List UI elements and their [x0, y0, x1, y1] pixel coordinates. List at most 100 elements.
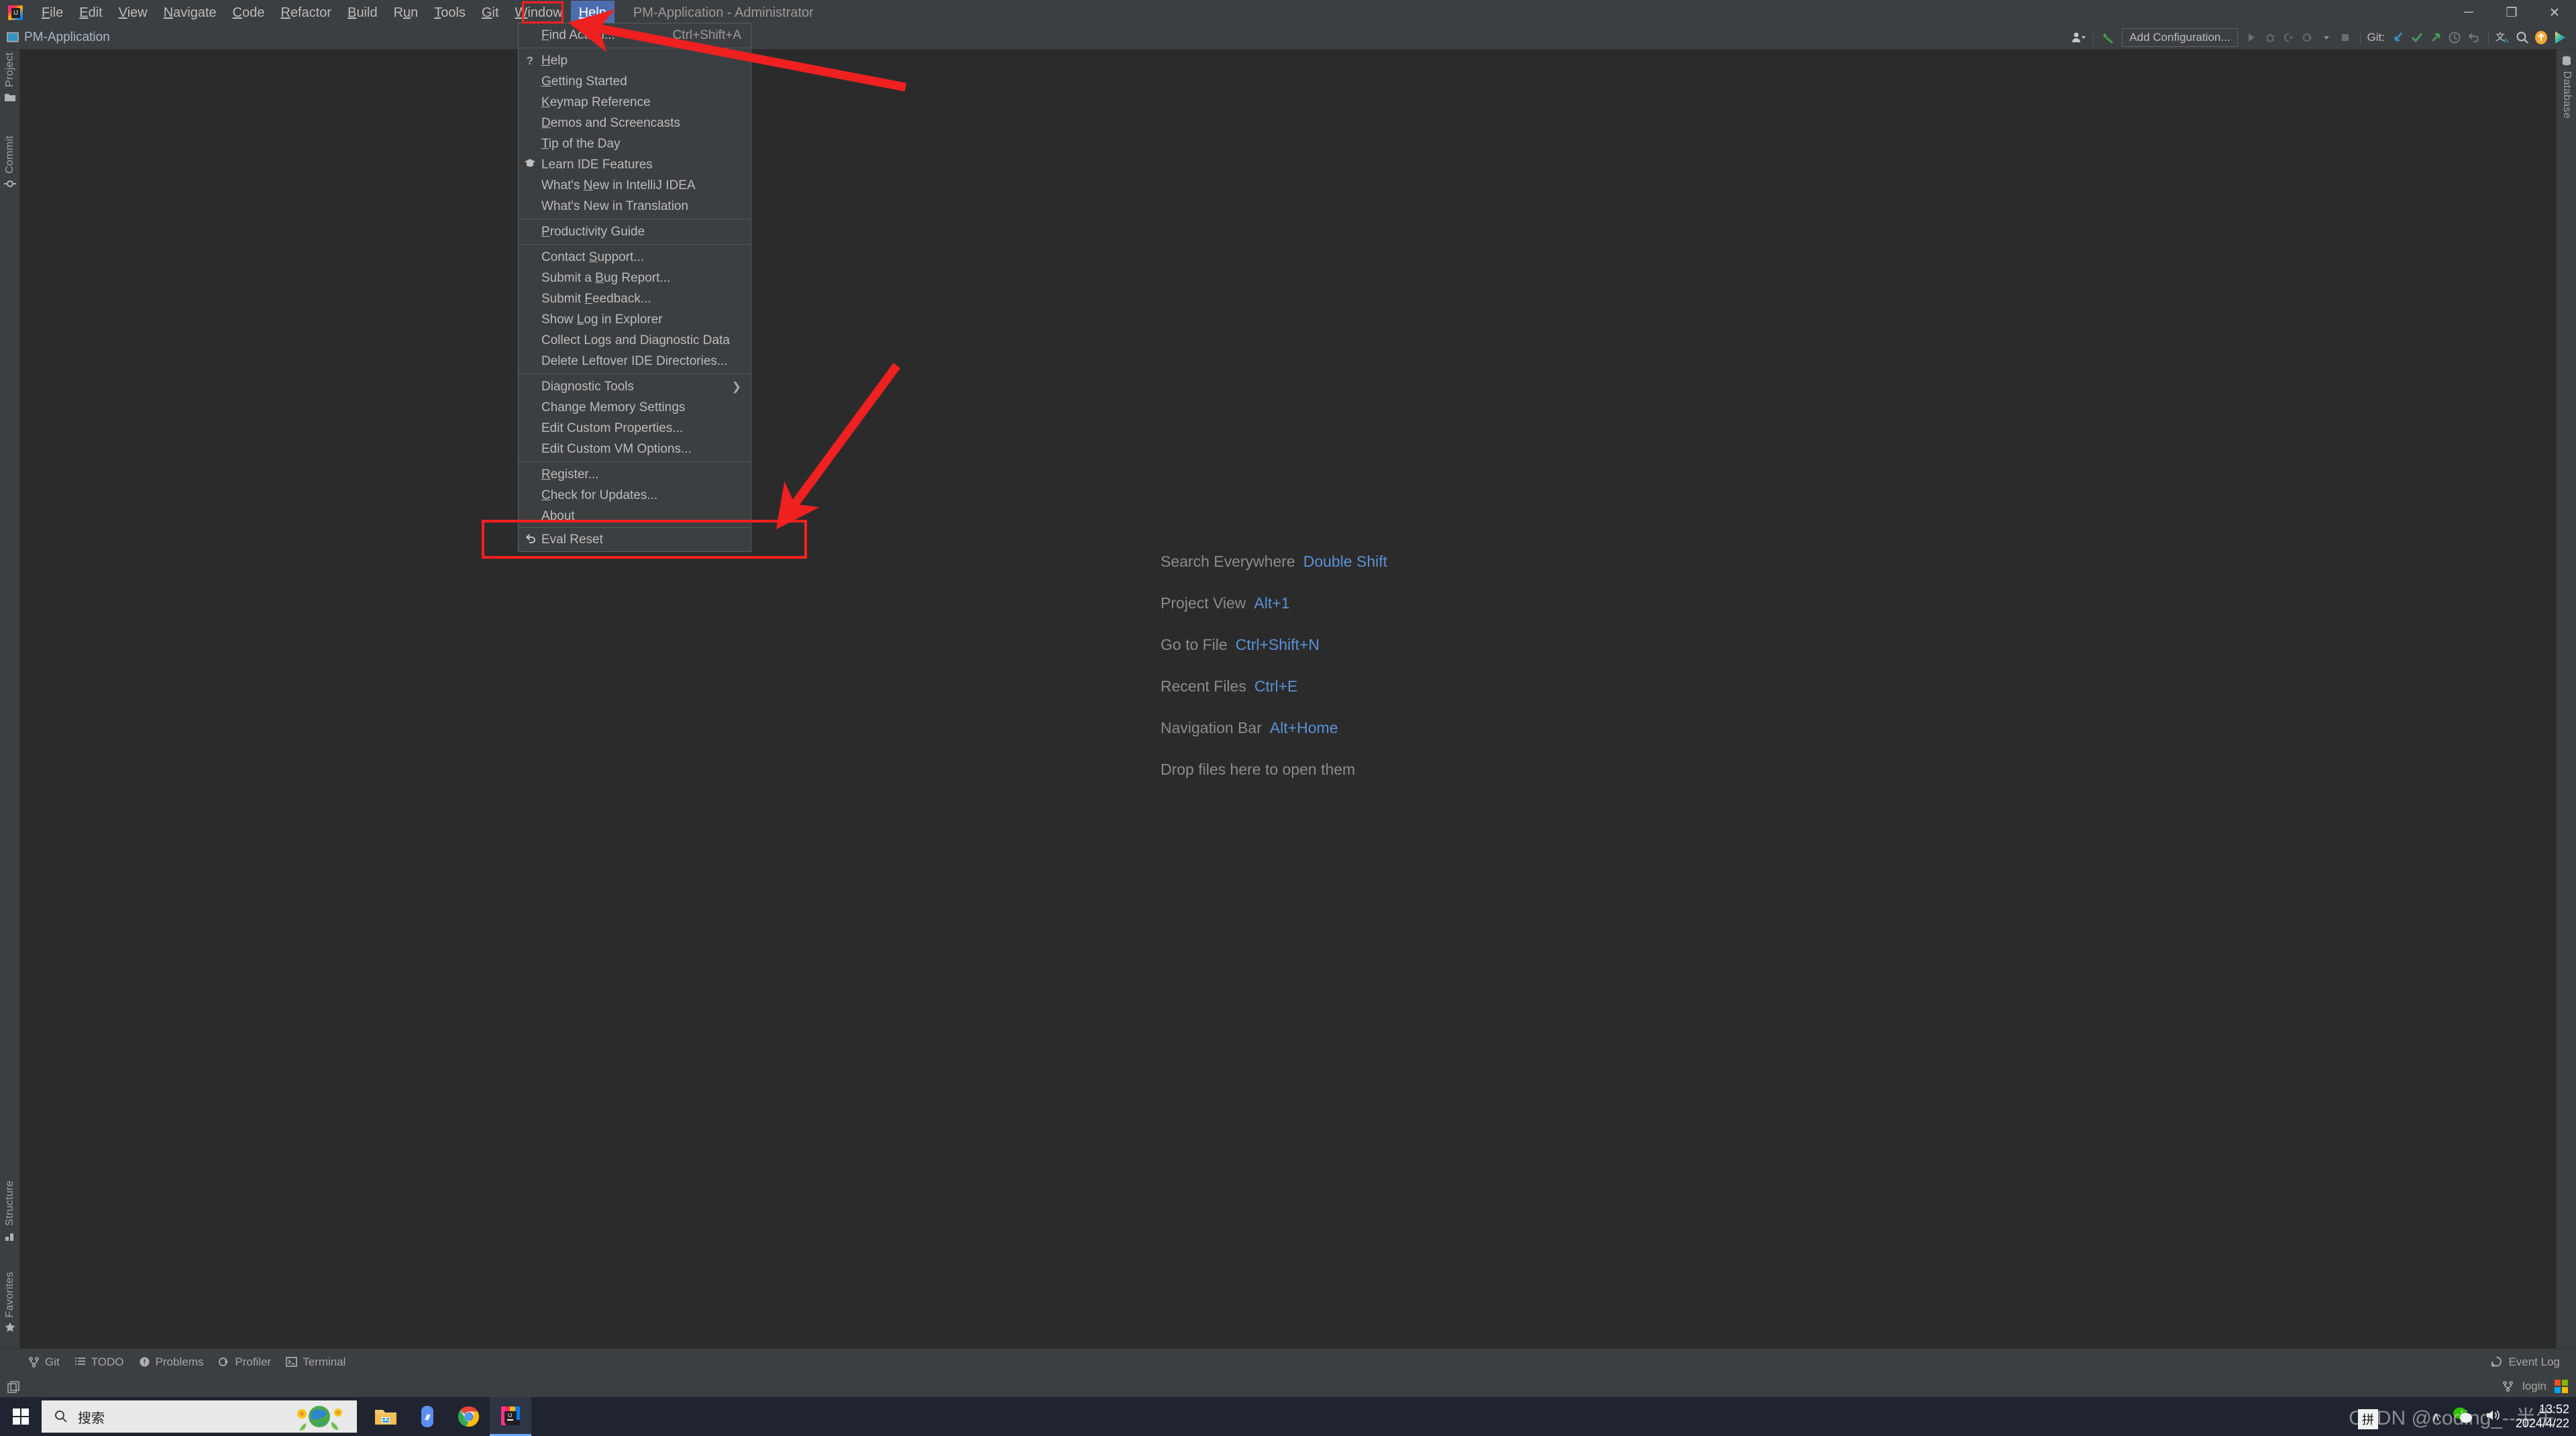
menu-item-demos-and-screencasts[interactable]: Demos and Screencasts	[519, 113, 751, 133]
search-icon[interactable]	[2513, 27, 2532, 48]
shortcut-action-label: Search Everywhere	[1161, 553, 1295, 570]
menu-item-tip-of-the-day[interactable]: Tip of the Day	[519, 133, 751, 154]
bottom-item-todo[interactable]: TODO	[74, 1356, 124, 1369]
file-explorer-icon[interactable]	[365, 1397, 407, 1436]
help-menu-popup[interactable]: Find Action... Ctrl+Shift+A ? Help Getting S…	[518, 23, 751, 529]
menu-item-find-action[interactable]: Find Action... Ctrl+Shift+A	[519, 25, 751, 46]
menu-bar-item-tools[interactable]: Tools	[426, 1, 474, 25]
git-history-icon[interactable]	[2445, 27, 2464, 48]
menu-bar-item-refactor[interactable]: Refactor	[272, 1, 339, 25]
shortcut-row-recent-files: Recent Files Ctrl+E	[1161, 677, 1387, 696]
menu-bar-item-file[interactable]: File	[34, 1, 71, 25]
git-push-icon[interactable]	[2426, 27, 2445, 48]
git-toolbar-label: Git:	[2367, 31, 2385, 44]
ime-indicator[interactable]: 拼	[2358, 1409, 2378, 1429]
plugin-icon[interactable]	[2551, 27, 2569, 48]
status-bar-right[interactable]: login	[2502, 1380, 2568, 1393]
menu-item-edit-custom-vm-options[interactable]: Edit Custom VM Options...	[519, 439, 751, 459]
bottom-item-problems[interactable]: Problems	[139, 1356, 203, 1369]
git-rollback-icon[interactable]	[2464, 27, 2483, 48]
bottom-tool-window-strip[interactable]: Git TODO Problems Profiler Terminal Even…	[0, 1348, 2576, 1376]
menu-item-collect-logs-and-diagnostic-data[interactable]: Collect Logs and Diagnostic Data	[519, 330, 751, 351]
main-toolbar[interactable]: Add Configuration... Git: 文 A	[2069, 25, 2569, 50]
menu-item-show-log-in-explorer[interactable]: Show Log in Explorer	[519, 309, 751, 330]
menu-bar-item-edit[interactable]: Edit	[71, 1, 110, 25]
module-icon	[7, 32, 19, 42]
taskbar-app-list[interactable]: IJ	[365, 1397, 531, 1436]
menu-item-submit-feedback[interactable]: Submit Feedback...	[519, 288, 751, 309]
onedrive-icon[interactable]	[407, 1397, 448, 1436]
menu-bar-item-build[interactable]: Build	[339, 1, 385, 25]
restore-button[interactable]: ❐	[2490, 0, 2533, 25]
menu-item-diagnostic-tools[interactable]: Diagnostic Tools ❯	[519, 376, 751, 397]
menu-bar-item-git[interactable]: Git	[474, 1, 507, 25]
debug-button[interactable]	[2261, 27, 2279, 48]
shortcuts-hint-list: Search Everywhere Double Shift Project Vie…	[1161, 553, 1387, 779]
tray-chevron-up-icon[interactable]: ∧	[2432, 1410, 2440, 1424]
menu-item-getting-started[interactable]: Getting Started	[519, 71, 751, 92]
menu-item-learn-ide-features[interactable]: Learn IDE Features	[519, 154, 751, 175]
menu-item-delete-leftover-ide-directories[interactable]: Delete Leftover IDE Directories...	[519, 351, 751, 372]
sidebar-item-commit-label: Commit	[4, 135, 15, 174]
right-tool-window-strip[interactable]: Database	[2556, 50, 2576, 1348]
bottom-item-terminal[interactable]: Terminal	[286, 1356, 345, 1369]
start-button[interactable]	[0, 1397, 42, 1436]
volume-icon[interactable]	[2485, 1407, 2504, 1427]
taskbar-search-input[interactable]: 搜索	[42, 1400, 357, 1433]
menu-item-check-for-updates[interactable]: Check for Updates...	[519, 485, 751, 506]
translate-icon[interactable]: 文A	[2494, 27, 2513, 48]
sidebar-item-commit[interactable]: Commit	[0, 135, 20, 190]
sidebar-item-database[interactable]: Database	[2557, 55, 2576, 119]
user-account-icon[interactable]	[2069, 27, 2088, 48]
menu-bar-item-help[interactable]: Help	[570, 1, 614, 25]
menu-bar-item-navigate[interactable]: Navigate	[156, 1, 225, 25]
build-hammer-icon[interactable]	[2099, 27, 2118, 48]
update-available-icon[interactable]	[2532, 27, 2551, 48]
left-tool-window-strip[interactable]: Project Commit Structure Favorites	[0, 50, 20, 1348]
menu-bar-item-run[interactable]: Run	[386, 1, 427, 25]
chrome-icon[interactable]	[448, 1397, 490, 1436]
add-configuration-button[interactable]: Add Configuration...	[2122, 28, 2238, 47]
status-bar-branch-label[interactable]: login	[2522, 1380, 2546, 1393]
menu-item-label: Tip of the Day	[541, 136, 621, 151]
wechat-icon[interactable]	[2453, 1406, 2473, 1427]
stop-button[interactable]	[2336, 27, 2355, 48]
copy-windows-icon[interactable]	[7, 1380, 19, 1393]
system-tray[interactable]: ∧ 13:52 2024/4/22	[2432, 1402, 2569, 1430]
menu-item-edit-custom-properties[interactable]: Edit Custom Properties...	[519, 418, 751, 439]
bottom-item-profiler[interactable]: Profiler	[218, 1356, 271, 1369]
menu-item-productivity-guide[interactable]: Productivity Guide	[519, 221, 751, 242]
intellij-idea-icon[interactable]: IJ	[490, 1397, 531, 1436]
menu-item-what-s-new-in-translation[interactable]: What's New in Translation	[519, 196, 751, 217]
taskbar-clock[interactable]: 13:52 2024/4/22	[2516, 1402, 2569, 1430]
breadcrumb[interactable]: PM-Application	[7, 30, 110, 45]
minimize-button[interactable]: ─	[2447, 0, 2490, 25]
menu-item-change-memory-settings[interactable]: Change Memory Settings	[519, 397, 751, 418]
bottom-item-git[interactable]: Git	[28, 1356, 60, 1369]
run-with-coverage-button[interactable]	[2279, 27, 2298, 48]
status-bar-left[interactable]	[7, 1380, 19, 1393]
git-update-project-icon[interactable]	[2389, 27, 2408, 48]
menu-item-contact-support[interactable]: Contact Support...	[519, 247, 751, 268]
menu-item-what-s-new-in-intellij-idea[interactable]: What's New in IntelliJ IDEA	[519, 175, 751, 196]
git-commit-icon[interactable]	[2408, 27, 2426, 48]
profile-button[interactable]	[2298, 27, 2317, 48]
menu-item-label: Show Log in Explorer	[541, 312, 663, 327]
chevron-down-icon[interactable]	[2317, 27, 2336, 48]
windows-logo-icon	[2555, 1380, 2568, 1393]
menu-item-register[interactable]: Register...	[519, 464, 751, 485]
menu-item-keymap-reference[interactable]: Keymap Reference	[519, 92, 751, 113]
sidebar-item-favorites[interactable]: Favorites	[0, 1272, 20, 1334]
menu-item-help[interactable]: ? Help	[519, 50, 751, 71]
menu-bar-item-code[interactable]: Code	[225, 1, 273, 25]
menu-item-submit-a-bug-report[interactable]: Submit a Bug Report...	[519, 268, 751, 288]
sidebar-item-project[interactable]: Project	[0, 52, 20, 103]
event-log-button[interactable]: Event Log	[2491, 1356, 2560, 1369]
menu-item-label: Productivity Guide	[541, 224, 645, 239]
run-button[interactable]	[2242, 27, 2261, 48]
window-controls[interactable]: ─ ❐ ✕	[2447, 0, 2576, 25]
menu-bar-item-view[interactable]: View	[111, 1, 156, 25]
sidebar-item-structure[interactable]: Structure	[0, 1180, 20, 1242]
close-button[interactable]: ✕	[2533, 0, 2576, 25]
todo-list-icon	[74, 1356, 87, 1368]
